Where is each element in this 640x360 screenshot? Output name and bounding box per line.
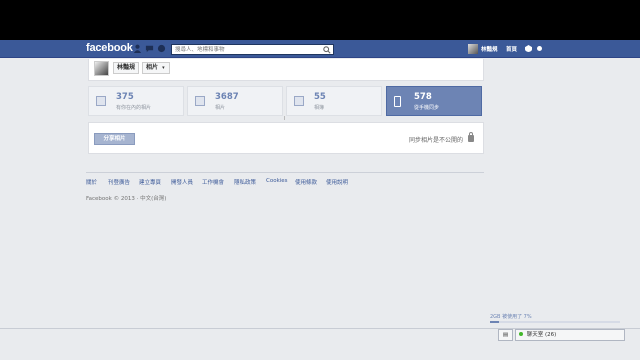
storage-usage-text: 2GB 被使用了 7% [490,314,532,320]
stat-label: 從手機同步 [414,105,440,111]
footer-link-cookies[interactable]: Cookies [266,178,288,184]
storage-usage-fill [490,321,500,323]
footer-link-about[interactable]: 關於 [86,178,97,186]
profile-link[interactable]: 林豔規 [481,45,498,53]
sidebar-icon: ▤ [502,332,509,338]
tab-pointer [284,116,285,120]
search-placeholder: 搜尋人、地標和事物 [175,47,225,53]
browser-viewport: facebook 搜尋人、地標和事物 林豔規 首頁 林豔規 相片 ▾ 375 有… [0,40,640,360]
albums-icon [294,96,304,106]
stat-number: 3687 [215,92,239,102]
footer-divider [86,172,484,173]
stat-label: 有你在內的相片 [116,105,152,111]
footer-link-developers[interactable]: 開發人員 [171,178,193,186]
footer-link-privacy[interactable]: 隱私政策 [234,178,256,186]
friend-requests-icon[interactable] [133,44,142,53]
chat-label: 聊天室 (26) [526,332,557,338]
privacy-shortcuts-icon[interactable] [525,45,532,52]
profile-thumbnail[interactable] [94,61,109,76]
stat-photos[interactable]: 3687 相片 [187,86,283,116]
storage-usage-bar [490,321,620,323]
avatar[interactable] [468,44,478,54]
stat-number: 578 [414,92,432,102]
tagged-photos-icon [96,96,106,106]
stat-number: 55 [314,92,326,102]
footer-link-create-page[interactable]: 建立專頁 [139,178,161,186]
search-icon[interactable] [323,46,331,54]
chat-sidebar-toggle[interactable]: ▤ [498,329,513,341]
breadcrumb-section-label: 相片 [146,64,159,71]
breadcrumb-section[interactable]: 相片 ▾ [142,62,170,74]
messages-icon[interactable] [145,44,154,53]
share-photos-button[interactable]: 分享相片 [94,133,135,145]
synced-photos-panel: 分享相片 同步相片是不公開的 [88,122,484,154]
notifications-icon[interactable] [157,44,166,53]
photos-icon [195,96,205,106]
photo-stats: 375 有你在內的相片 3687 相片 55 相簿 578 從手機同步 [88,86,484,120]
footer-link-help[interactable]: 使用說明 [326,178,348,186]
lock-icon [468,132,474,142]
phone-sync-icon [394,96,401,107]
stat-tagged-photos[interactable]: 375 有你在內的相片 [88,86,184,116]
gear-icon[interactable] [537,46,542,51]
footer-link-advertising[interactable]: 刊登廣告 [108,178,130,186]
chevron-down-icon: ▾ [162,65,165,71]
privacy-note: 同步相片是不公開的 [408,137,463,144]
stat-label: 相簿 [314,105,325,111]
search-input[interactable]: 搜尋人、地標和事物 [171,44,334,55]
breadcrumb-user[interactable]: 林豔規 [113,62,140,74]
stat-number: 375 [116,92,134,102]
chat-button[interactable]: 聊天室 (26) [515,329,625,341]
online-status-icon [519,332,523,336]
home-link[interactable]: 首頁 [506,45,517,53]
facebook-logo[interactable]: facebook [86,42,133,54]
stat-synced-from-phone[interactable]: 578 從手機同步 [386,86,482,116]
stat-albums[interactable]: 55 相簿 [286,86,382,116]
footer-link-careers[interactable]: 工作機會 [202,178,224,186]
stat-label: 相片 [215,105,226,111]
photos-header: 林豔規 相片 ▾ [88,59,484,81]
footer-link-terms[interactable]: 使用條款 [295,178,317,186]
copyright: Facebook © 2013 · 中文(台灣) [86,196,167,202]
top-bar: facebook 搜尋人、地標和事物 林豔規 首頁 [0,40,640,58]
